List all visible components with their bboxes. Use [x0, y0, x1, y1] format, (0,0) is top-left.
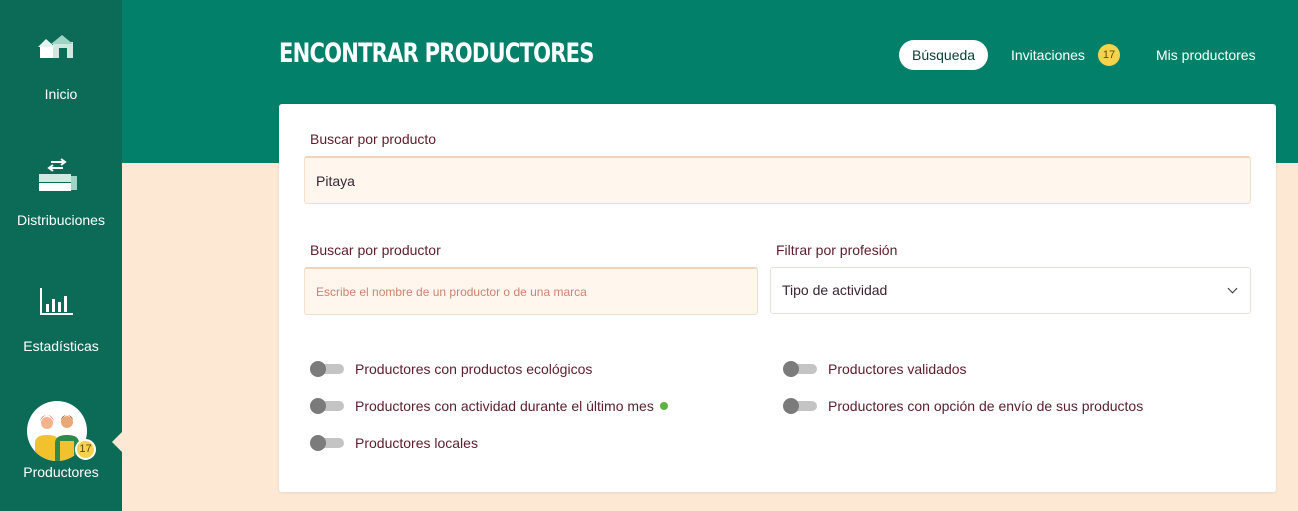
toggle-switch[interactable]: [310, 398, 344, 414]
toggle-switch[interactable]: [783, 361, 817, 377]
tab-busqueda[interactable]: Búsqueda: [899, 40, 989, 70]
search-card: Buscar por producto Buscar por productor…: [279, 104, 1276, 492]
activity-dot-icon: [659, 402, 668, 410]
sidebar-item-inicio[interactable]: Inicio: [0, 0, 122, 126]
producer-search-input[interactable]: [304, 267, 758, 315]
sidebar-item-distribuciones[interactable]: Distribuciones: [0, 126, 122, 252]
productores-count-badge: 17: [75, 439, 96, 460]
producer-search-label: Buscar por productor: [310, 242, 441, 258]
sidebar-item-label: Inicio: [44, 86, 78, 102]
filter-label: Productores locales: [355, 435, 478, 451]
profession-filter-label: Filtrar por profesión: [776, 242, 898, 258]
chevron-down-icon: [1227, 283, 1238, 294]
boxes-icon: [39, 158, 77, 191]
profession-select-value: Tipo de actividad: [782, 282, 888, 298]
invitaciones-count-badge: 17: [1098, 44, 1120, 66]
filter-label: Productores con actividad durante el últ…: [355, 398, 654, 414]
tab-invitaciones[interactable]: Invitaciones: [1011, 40, 1085, 70]
page-title: ENCONTRAR PRODUCTORES: [279, 38, 594, 69]
sidebar-item-label: Distribuciones: [17, 212, 105, 228]
toggle-switch[interactable]: [310, 361, 344, 377]
product-search-label: Buscar por producto: [310, 131, 437, 147]
sidebar: Inicio Distribuciones Estadísticas Produ…: [0, 0, 122, 511]
bar-chart-icon: [40, 288, 73, 315]
sidebar-item-estadisticas[interactable]: Estadísticas: [0, 252, 122, 378]
tab-mis-productores[interactable]: Mis productores: [1156, 40, 1256, 70]
home-icon: [38, 35, 73, 58]
active-nav-pointer: [112, 432, 122, 452]
filter-label: Productores con productos ecológicos: [355, 361, 593, 377]
sidebar-item-label: Estadísticas: [23, 338, 99, 354]
filter-label: Productores validados: [828, 361, 967, 377]
filter-label: Productores con opción de envío de sus p…: [828, 398, 1144, 414]
toggle-switch[interactable]: [310, 435, 344, 451]
sidebar-item-label: Productores: [23, 464, 99, 480]
profession-select[interactable]: Tipo de actividad: [770, 267, 1251, 314]
product-search-input[interactable]: [304, 156, 1251, 204]
toggle-switch[interactable]: [783, 398, 817, 414]
